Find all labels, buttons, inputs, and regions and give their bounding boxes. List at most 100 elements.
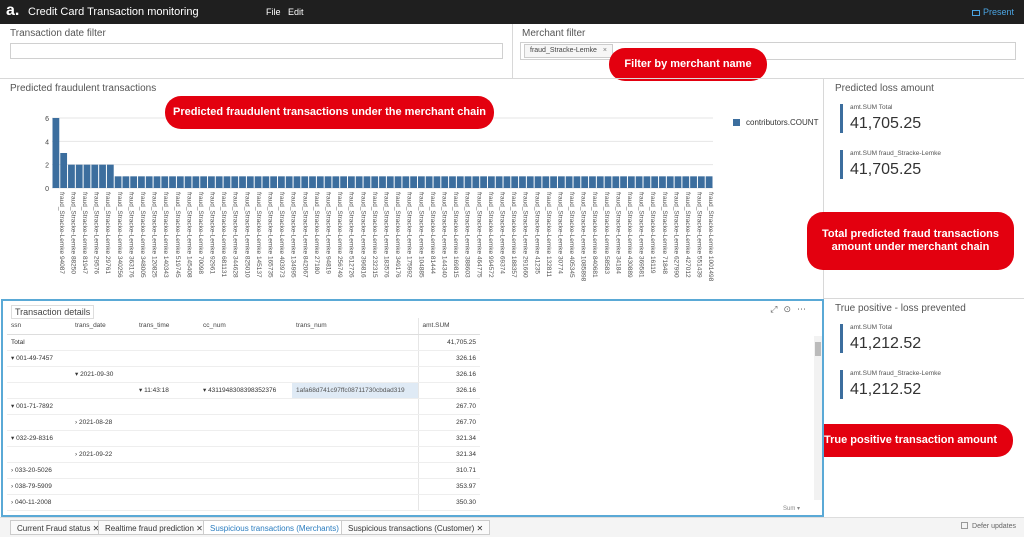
more-icon[interactable]: ⋯: [797, 304, 812, 314]
bar[interactable]: [324, 176, 332, 188]
bar[interactable]: [254, 176, 262, 188]
bar[interactable]: [270, 176, 278, 188]
bar[interactable]: [456, 176, 464, 188]
bar[interactable]: [480, 176, 487, 188]
col-ssn[interactable]: ssn: [7, 318, 71, 335]
bar[interactable]: [75, 164, 83, 188]
cell-ssn[interactable]: › 040-11-2008: [7, 494, 71, 511]
sum-dropdown[interactable]: Sum ▾: [783, 505, 800, 512]
bar[interactable]: [627, 176, 635, 188]
bar[interactable]: [340, 176, 348, 188]
bar[interactable]: [565, 176, 573, 188]
bar[interactable]: [464, 176, 472, 188]
bar[interactable]: [526, 176, 534, 188]
bar[interactable]: [161, 176, 169, 188]
bar[interactable]: [495, 176, 503, 188]
bar[interactable]: [557, 176, 565, 188]
bar[interactable]: [231, 176, 239, 188]
bar[interactable]: [153, 176, 161, 188]
bar[interactable]: [394, 176, 402, 188]
bar[interactable]: [246, 176, 254, 188]
bar[interactable]: [332, 176, 340, 188]
bar[interactable]: [519, 176, 526, 188]
bar[interactable]: [293, 176, 301, 188]
bar[interactable]: [550, 176, 557, 188]
bar[interactable]: [472, 176, 480, 188]
col-trans-date[interactable]: trans_date: [71, 318, 135, 335]
bar[interactable]: [425, 176, 433, 188]
bar[interactable]: [386, 176, 394, 188]
scrollbar-thumb[interactable]: [815, 342, 821, 356]
bar[interactable]: [643, 176, 651, 188]
bar[interactable]: [487, 176, 495, 188]
menu-edit[interactable]: Edit: [288, 7, 304, 17]
bar[interactable]: [278, 176, 285, 188]
bar[interactable]: [604, 176, 612, 188]
cell-ssn[interactable]: › 033-20-5026: [7, 462, 71, 479]
col-trans-num[interactable]: trans_num: [292, 318, 418, 335]
bar[interactable]: [223, 176, 231, 188]
bar[interactable]: [114, 176, 122, 188]
bar[interactable]: [239, 176, 246, 188]
expand-icon[interactable]: ⤢: [770, 304, 783, 314]
bar[interactable]: [402, 176, 410, 188]
cell-date[interactable]: › 2021-09-22: [71, 446, 135, 463]
bar[interactable]: [612, 176, 620, 188]
bar[interactable]: [184, 176, 192, 188]
bar[interactable]: [534, 176, 542, 188]
bar[interactable]: [176, 176, 184, 188]
bar[interactable]: [620, 176, 627, 188]
bar[interactable]: [83, 164, 91, 188]
menu-file[interactable]: File: [266, 7, 281, 17]
bar[interactable]: [262, 176, 270, 188]
col-cc-num[interactable]: cc_num: [199, 318, 292, 335]
cell-trans-num[interactable]: 1afa68d741c97ffc08711730cbdad319: [292, 382, 418, 399]
settings-icon[interactable]: ⊙: [783, 304, 797, 314]
bar[interactable]: [666, 176, 674, 188]
bar[interactable]: [301, 176, 309, 188]
bar[interactable]: [651, 176, 659, 188]
tag-remove-icon[interactable]: ×: [603, 47, 607, 54]
bar[interactable]: [659, 176, 666, 188]
bar[interactable]: [68, 164, 75, 188]
cell-cc[interactable]: ▾ 4311948308398352376: [199, 382, 292, 399]
bar[interactable]: [122, 176, 130, 188]
bar[interactable]: [91, 164, 99, 188]
cell-date[interactable]: › 2021-08-28: [71, 414, 135, 431]
bar[interactable]: [371, 176, 379, 188]
bar[interactable]: [355, 176, 363, 188]
col-trans-time[interactable]: trans_time: [135, 318, 199, 335]
defer-checkbox[interactable]: [961, 522, 969, 529]
bar[interactable]: [705, 176, 713, 188]
bar[interactable]: [60, 153, 68, 188]
bar[interactable]: [511, 176, 519, 188]
bar[interactable]: [106, 164, 114, 188]
bar[interactable]: [674, 176, 682, 188]
bar[interactable]: [99, 164, 106, 188]
bar[interactable]: [169, 176, 176, 188]
bar[interactable]: [503, 176, 511, 188]
cell-ssn[interactable]: ▾ 032-29-8316: [7, 430, 71, 447]
bar[interactable]: [348, 176, 355, 188]
bar[interactable]: [285, 176, 293, 188]
bar[interactable]: [449, 176, 456, 188]
present-button[interactable]: Present: [971, 7, 1014, 17]
bar[interactable]: [417, 176, 425, 188]
bar[interactable]: [215, 176, 223, 188]
bar[interactable]: [145, 176, 153, 188]
details-scrollbar[interactable]: [814, 336, 822, 500]
tab-current-fraud-status[interactable]: Current Fraud status ✕: [10, 520, 107, 535]
bar[interactable]: [309, 176, 316, 188]
bar[interactable]: [596, 176, 604, 188]
bar[interactable]: [433, 176, 441, 188]
bar[interactable]: [682, 176, 690, 188]
bar[interactable]: [573, 176, 581, 188]
bar[interactable]: [581, 176, 589, 188]
defer-updates-toggle[interactable]: Defer updates: [961, 522, 1016, 530]
bar[interactable]: [697, 176, 705, 188]
bar[interactable]: [316, 176, 324, 188]
bar[interactable]: [635, 176, 643, 188]
bar[interactable]: [192, 176, 200, 188]
cell-ssn[interactable]: ▾ 001-49-7457: [7, 350, 71, 367]
bar[interactable]: [52, 118, 60, 188]
